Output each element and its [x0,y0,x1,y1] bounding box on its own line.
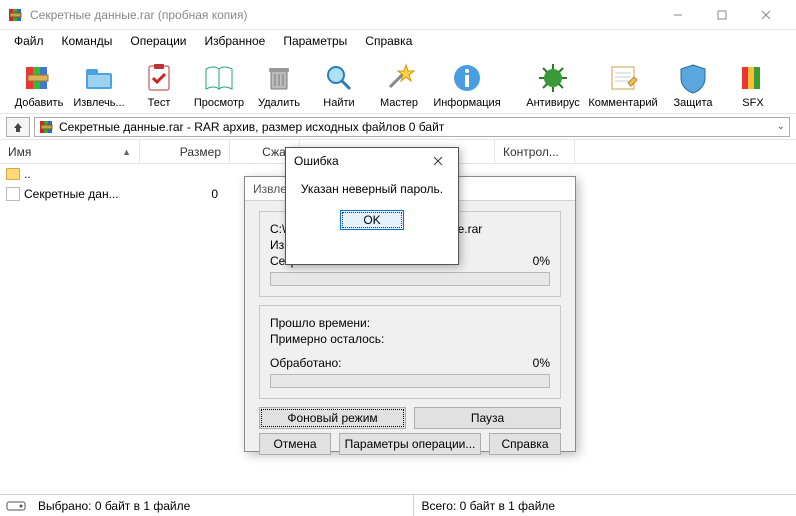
error-dialog-titlebar[interactable]: Ошибка [286,148,458,174]
error-message: Указан неверный пароль. [301,182,443,196]
status-total: Всего: 0 байт в 1 файле [413,495,796,516]
col-size[interactable]: Размер [140,140,230,163]
close-button[interactable] [744,1,788,29]
tool-label: Просмотр [194,97,244,109]
magnifier-icon [322,61,356,95]
drive-icon [6,499,28,513]
menu-file[interactable]: Файл [6,32,52,50]
background-button[interactable]: Фоновый режим [259,407,406,429]
tool-find[interactable]: Найти [310,61,368,109]
window-title: Секретные данные.rar (пробная копия) [30,8,656,22]
error-dialog: Ошибка Указан неверный пароль. OK [285,147,459,265]
tool-extract[interactable]: Извлечь... [70,61,128,109]
status-selected: Выбрано: 0 байт в 1 файле [36,499,413,513]
clipboard-check-icon [142,61,176,95]
tool-add[interactable]: Добавить [10,61,68,109]
tool-label: Информация [433,97,500,109]
tool-comment[interactable]: Комментарий [584,61,662,109]
error-ok-button[interactable]: OK [340,210,404,230]
tool-label: SFX [742,97,763,109]
tool-label: Комментарий [588,97,657,109]
menu-operations[interactable]: Операции [122,32,194,50]
tool-label: Защита [674,97,713,109]
file-icon [6,187,20,201]
wand-icon [382,61,416,95]
book-open-icon [202,61,236,95]
params-button[interactable]: Параметры операции... [339,433,481,455]
minimize-button[interactable] [656,1,700,29]
pause-button[interactable]: Пауза [414,407,561,429]
menubar: Файл Команды Операции Избранное Параметр… [0,30,796,52]
up-button[interactable] [6,117,30,137]
chevron-down-icon[interactable]: ⌄ [777,121,785,132]
menu-commands[interactable]: Команды [54,32,121,50]
sort-indicator-icon: ▲ [122,147,131,157]
extract-group-time: Прошло времени: Примерно осталось: Обраб… [259,305,561,399]
tool-label: Найти [323,97,354,109]
tool-info[interactable]: Информация [430,61,504,109]
progress-file [270,272,550,286]
info-icon [450,61,484,95]
cancel-button[interactable]: Отмена [259,433,331,455]
virus-icon [536,61,570,95]
menu-favorites[interactable]: Избранное [197,32,274,50]
tool-test[interactable]: Тест [130,61,188,109]
progress-total [270,374,550,388]
menu-options[interactable]: Параметры [275,32,355,50]
arrow-up-icon [12,121,24,133]
tool-label: Добавить [15,97,64,109]
path-text: Секретные данные.rar - RAR архив, размер… [59,120,444,134]
titlebar: Секретные данные.rar (пробная копия) [0,0,796,30]
toolbar: Добавить Извлечь... Тест Просмотр Удалит… [0,52,796,114]
menu-help[interactable]: Справка [357,32,420,50]
tool-protect[interactable]: Защита [664,61,722,109]
tool-label: Антивирус [526,97,579,109]
maximize-button[interactable] [700,1,744,29]
tool-view[interactable]: Просмотр [190,61,248,109]
folder-open-icon [82,61,116,95]
tool-label: Мастер [380,97,418,109]
window-controls [656,1,788,29]
app-icon [8,7,24,23]
trash-icon [262,61,296,95]
error-close-button[interactable] [426,151,450,171]
help-button[interactable]: Справка [489,433,561,455]
path-field[interactable]: Секретные данные.rar - RAR архив, размер… [34,117,790,137]
pathbar: Секретные данные.rar - RAR архив, размер… [0,114,796,140]
col-tail [575,140,796,163]
tool-delete[interactable]: Удалить [250,61,308,109]
archive-icon [39,119,55,135]
tool-label: Удалить [258,97,300,109]
notepad-icon [606,61,640,95]
tool-label: Тест [148,97,171,109]
tool-label: Извлечь... [73,97,124,109]
folder-icon [6,168,20,180]
tool-wizard[interactable]: Мастер [370,61,428,109]
error-title: Ошибка [294,154,339,168]
col-name[interactable]: Имя ▲ [0,140,140,163]
close-icon [433,156,443,166]
books-sfx-icon [736,61,770,95]
col-crc[interactable]: Контрол... [495,140,575,163]
books-icon [22,61,56,95]
tool-antivirus[interactable]: Антивирус [524,61,582,109]
shield-icon [676,61,710,95]
tool-sfx[interactable]: SFX [724,61,782,109]
statusbar: Выбрано: 0 байт в 1 файле Всего: 0 байт … [0,494,796,516]
